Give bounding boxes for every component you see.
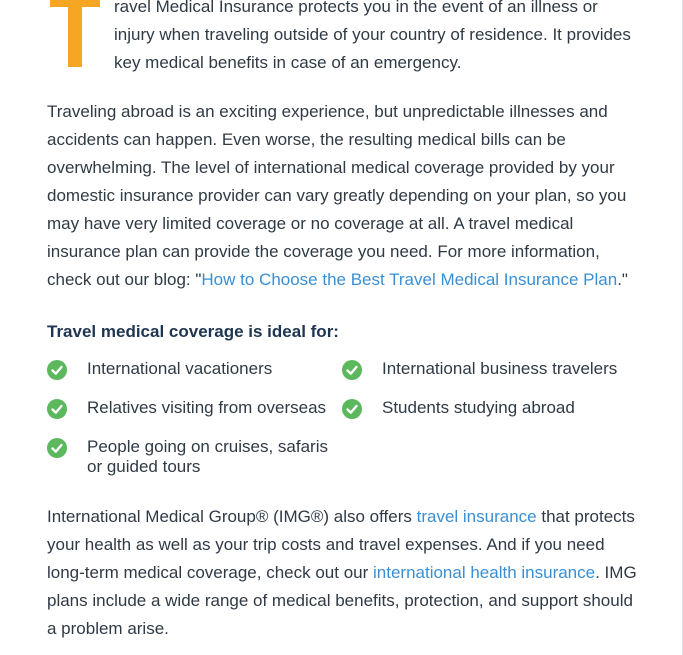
overview-text: Traveling abroad is an exciting experien…	[47, 102, 627, 289]
check-circle-icon	[47, 399, 67, 419]
article-body: ravel Medical Insurance protects you in …	[47, 0, 643, 643]
intro-text: ravel Medical Insurance protects you in …	[114, 0, 631, 72]
check-circle-icon	[342, 360, 362, 380]
dropcap-letter	[50, 0, 100, 67]
list-item: People going on cruises, safaris or guid…	[47, 437, 342, 477]
img-offers-text: International Medical Group® (IMG®) also…	[47, 507, 417, 526]
check-circle-icon	[47, 438, 67, 458]
list-item: International business travelers	[342, 359, 642, 380]
overview-paragraph: Traveling abroad is an exciting experien…	[47, 98, 643, 294]
intro-paragraph: ravel Medical Insurance protects you in …	[47, 0, 643, 77]
img-offers-paragraph: International Medical Group® (IMG®) also…	[47, 503, 643, 643]
list-item: Relatives visiting from overseas	[47, 398, 342, 419]
international-health-insurance-link[interactable]: international health insurance	[373, 563, 595, 582]
list-item-label: International business travelers	[382, 359, 618, 378]
blog-link[interactable]: How to Choose the Best Travel Medical In…	[201, 270, 617, 289]
list-item-label: International vacationers	[87, 359, 273, 378]
travel-insurance-link[interactable]: travel insurance	[417, 507, 537, 526]
list-item: International vacationers	[47, 359, 342, 380]
overview-text-end: ."	[617, 270, 628, 289]
list-item-label: Relatives visiting from overseas	[87, 398, 327, 417]
list-item-label: People going on cruises, safaris or guid…	[87, 437, 328, 476]
list-item: Students studying abroad	[342, 398, 642, 419]
coverage-checklist: International vacationers International …	[47, 359, 643, 477]
check-circle-icon	[47, 360, 67, 380]
check-circle-icon	[342, 399, 362, 419]
coverage-heading: Travel medical coverage is ideal for:	[47, 322, 339, 341]
list-item-label: Students studying abroad	[382, 398, 575, 417]
